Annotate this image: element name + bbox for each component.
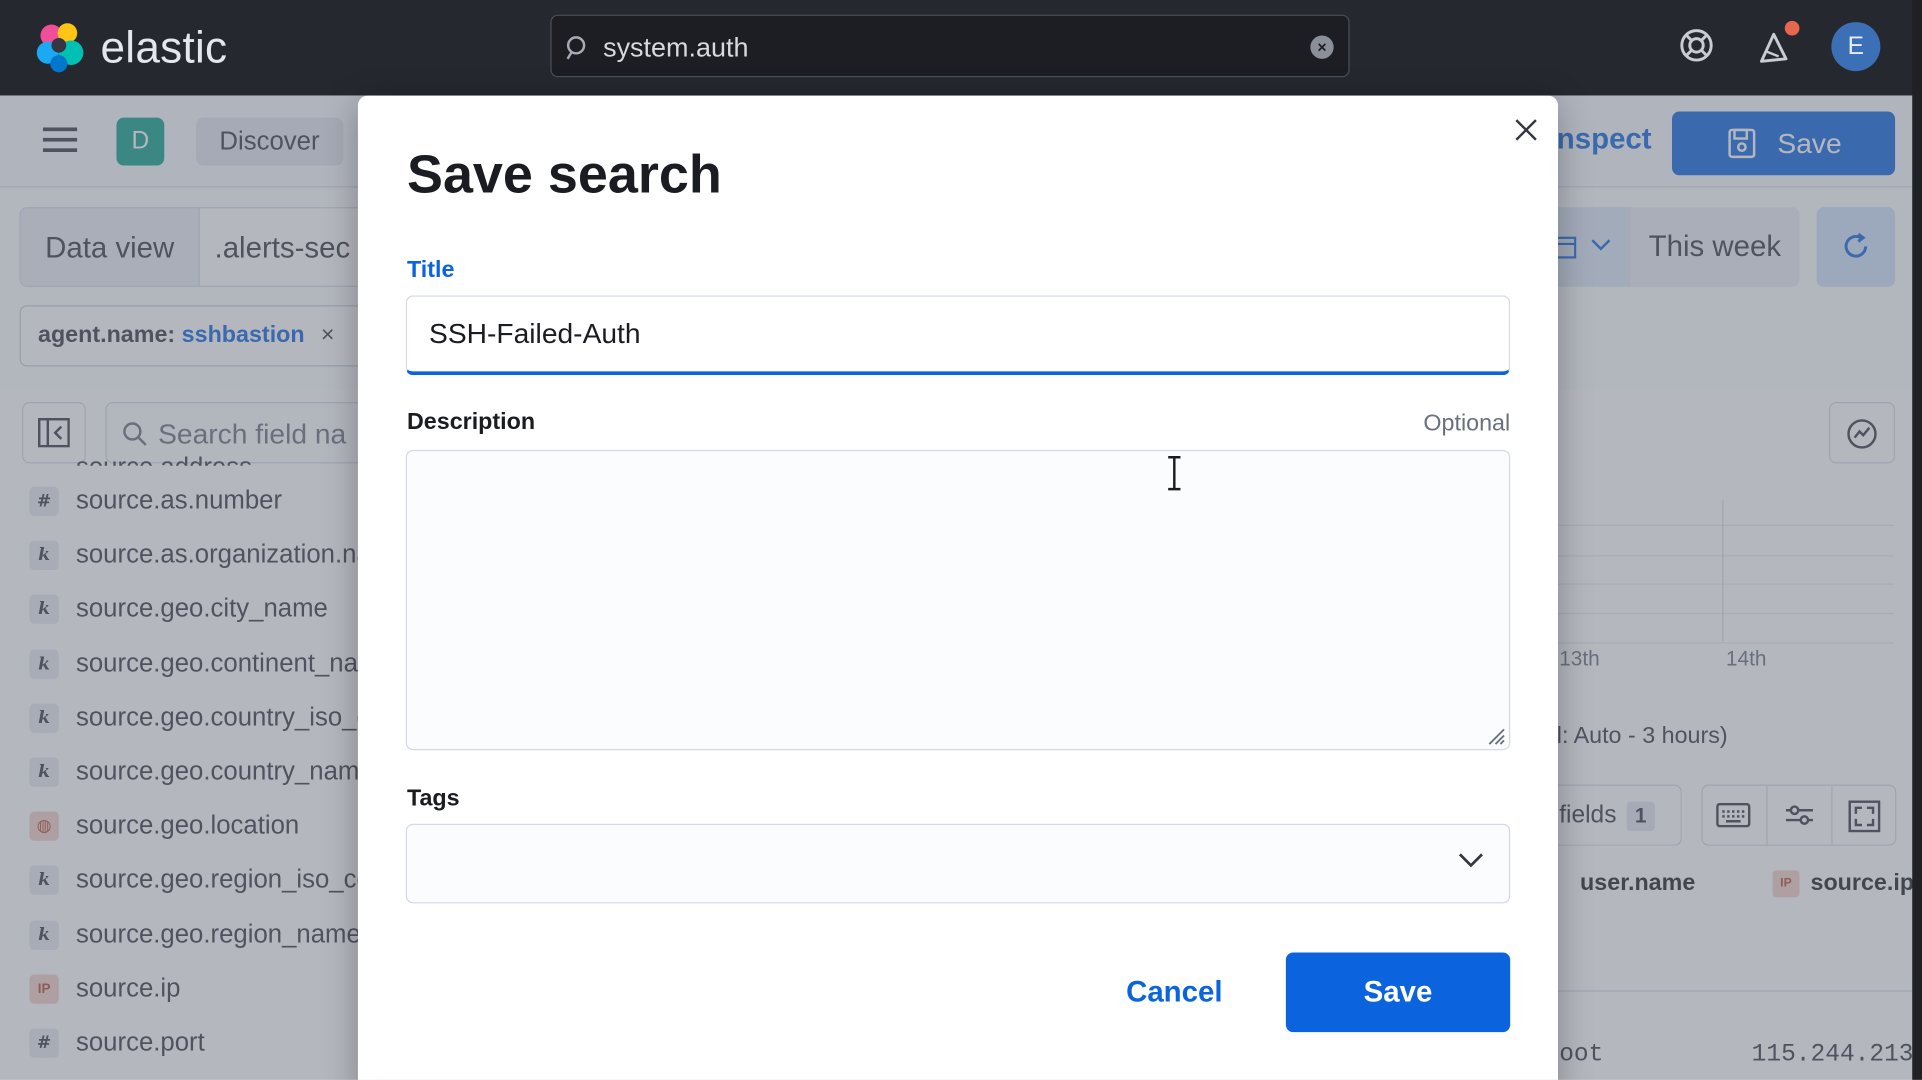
global-header: elastic system.auth × E	[0, 0, 1922, 96]
description-textarea[interactable]	[405, 449, 1511, 751]
clear-search-icon[interactable]: ×	[1310, 35, 1334, 59]
modal-title: Save search	[406, 144, 722, 205]
window-edge	[1912, 0, 1922, 1080]
save-button[interactable]: Save	[1285, 952, 1511, 1033]
text-cursor-icon	[1168, 455, 1181, 491]
resize-handle-icon[interactable]	[1486, 726, 1506, 746]
tags-label: Tags	[406, 785, 460, 812]
title-input[interactable]	[405, 295, 1511, 376]
optional-label: Optional	[1423, 410, 1511, 437]
user-avatar[interactable]: E	[1831, 22, 1881, 72]
close-icon[interactable]	[1511, 115, 1540, 144]
notification-dot	[1784, 20, 1800, 36]
search-icon	[566, 36, 586, 60]
global-search-input[interactable]: system.auth ×	[550, 14, 1350, 78]
save-search-modal: Save search Title Description Optional T…	[357, 95, 1558, 1080]
tags-combobox[interactable]	[405, 823, 1511, 904]
screen: elastic system.auth × E Save search Titl…	[0, 0, 1922, 1080]
title-label: Title	[406, 257, 455, 284]
elastic-logo-icon[interactable]	[34, 20, 88, 74]
chevron-down-icon[interactable]	[1457, 852, 1484, 869]
help-lifebuoy-icon[interactable]	[1676, 25, 1718, 67]
cancel-button[interactable]: Cancel	[1106, 952, 1243, 1032]
description-label: Description	[406, 409, 536, 436]
global-search-value: system.auth	[603, 31, 749, 63]
logo-text: elastic	[100, 22, 228, 73]
